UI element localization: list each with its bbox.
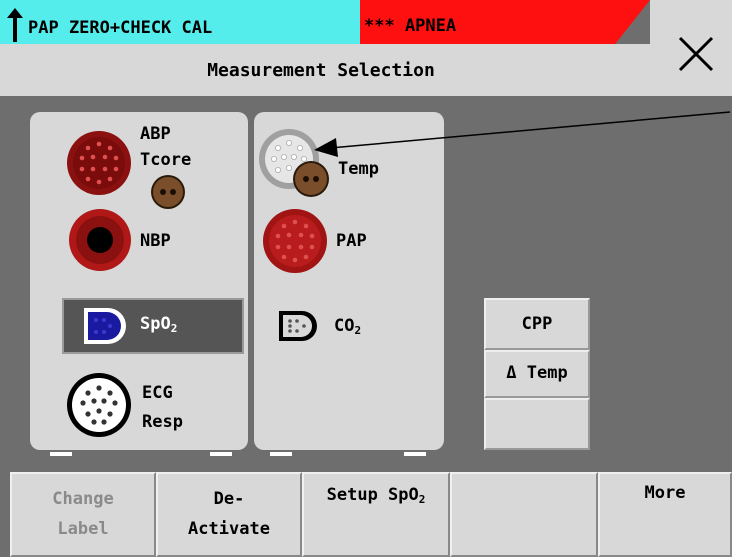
cpp-button[interactable]: CPP	[484, 298, 590, 350]
resp-label: Resp	[142, 412, 183, 432]
deactivate-line1: De-	[213, 489, 245, 509]
tcore-connector-icon[interactable]	[150, 174, 186, 210]
empty-calc-button[interactable]	[484, 398, 590, 450]
setup-spo2-label: Setup SpO2	[326, 485, 426, 506]
change-label-softkey[interactable]: Change Label	[10, 472, 156, 557]
setup-spo2-softkey[interactable]: Setup SpO2	[302, 472, 450, 557]
deactivate-softkey[interactable]: De- Activate	[156, 472, 302, 557]
measurement-module-left	[30, 112, 248, 450]
deactivate-line2: Activate	[188, 519, 270, 539]
abp-label: ABP	[140, 124, 171, 144]
pointer-arrow-icon	[314, 111, 731, 157]
nbp-connector-icon[interactable]	[68, 208, 132, 272]
close-icon[interactable]	[668, 26, 720, 78]
module-foot	[210, 452, 232, 456]
up-arrow-icon	[7, 8, 23, 42]
tcore-label: Tcore	[140, 150, 192, 170]
nbp-label: NBP	[140, 231, 171, 251]
abp-connector-icon[interactable]	[66, 130, 132, 196]
module-foot	[50, 452, 72, 456]
pap-connector-icon[interactable]	[262, 208, 328, 274]
change-label-line1: Change	[52, 489, 114, 509]
pap-label: PAP	[336, 231, 367, 251]
co2-label: CO2	[334, 316, 362, 337]
more-softkey[interactable]: More	[598, 472, 732, 557]
ecg-connector-icon[interactable]	[66, 372, 132, 438]
module-foot	[404, 452, 426, 456]
inop-alarm-text: PAP ZERO+CHECK CAL	[28, 18, 213, 38]
spo2-label: SpO2	[140, 314, 178, 335]
ecg-label: ECG	[142, 383, 173, 403]
co2-connector-icon[interactable]	[276, 308, 322, 344]
module-foot	[270, 452, 292, 456]
delta-temp-button[interactable]: Δ Temp	[484, 350, 590, 398]
spo2-connector-icon	[84, 308, 126, 344]
change-label-line2: Label	[57, 519, 109, 539]
apnea-alarm-text: *** APNEA	[364, 16, 457, 36]
page-title: Measurement Selection	[207, 60, 435, 81]
empty-softkey[interactable]	[450, 472, 598, 557]
